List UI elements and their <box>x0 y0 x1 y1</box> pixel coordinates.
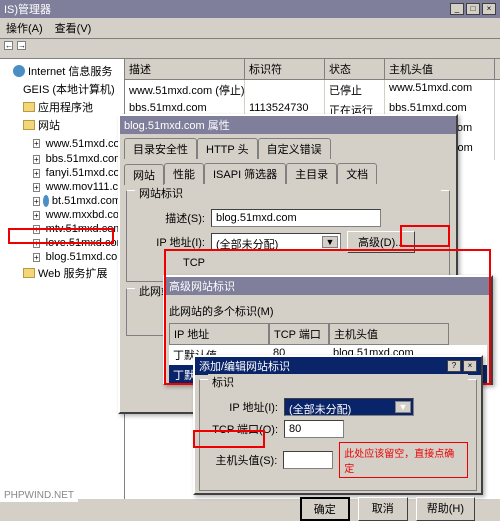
main-title-bar: IS)管理器 _ □ × <box>0 0 500 18</box>
toolbar-back-icon[interactable]: ← <box>4 41 13 50</box>
expand-icon[interactable]: + <box>33 139 40 148</box>
main-title: IS)管理器 <box>4 1 51 17</box>
add-dialog: 添加/编辑网站标识 ?× 标识 IP 地址(I): (全部未分配) TCP 端口… <box>193 355 483 495</box>
col-port[interactable]: TCP 端口 <box>269 323 329 345</box>
adv-table-head: IP 地址 TCP 端口 主机头值 <box>169 323 487 345</box>
close-icon[interactable]: × <box>463 360 477 372</box>
add-ip-label: IP 地址(I): <box>208 399 278 415</box>
list-header: 描述 标识符 状态 主机头值 <box>125 59 500 80</box>
add-host-input[interactable] <box>283 451 333 469</box>
add-host-label: 主机头值(S): <box>208 452 277 468</box>
toolbar-fwd-icon[interactable]: → <box>17 41 26 50</box>
tree-site[interactable]: +www.mxxbd.com <box>3 208 121 222</box>
tab-isapi[interactable]: ISAPI 筛选器 <box>204 163 286 184</box>
globe-icon <box>43 195 49 207</box>
help-icon[interactable]: ? <box>447 360 461 372</box>
menu-action[interactable]: 操作(A) <box>6 20 43 36</box>
props-title-bar: blog.51mxd.com 属性 <box>120 116 456 134</box>
site-id-group: 网站标识 描述(S): IP 地址(I): (全部未分配) 高级(D)... T… <box>126 190 450 282</box>
window-controls: _ □ × <box>450 3 496 15</box>
ip-label: IP 地址(I): <box>135 234 205 250</box>
tab-home[interactable]: 主目录 <box>286 163 337 184</box>
tabs-row2: 网站 性能 ISAPI 筛选器 主目录 文档 <box>120 159 456 184</box>
adv-title: 高级网站标识 <box>169 278 235 294</box>
tree-site[interactable]: +bbs.51mxd.com <box>3 152 121 166</box>
advanced-button[interactable]: 高级(D)... <box>347 231 415 253</box>
tree-site[interactable]: +bt.51mxd.com <box>3 194 121 208</box>
tree-apppool[interactable]: 应用程序池 <box>3 98 121 116</box>
expand-icon[interactable]: + <box>33 225 40 234</box>
tree-site[interactable]: +fanyi.51mxd.com <box>3 166 121 180</box>
tree-websites[interactable]: 网站 <box>3 116 121 134</box>
add-group: 标识 IP 地址(I): (全部未分配) TCP 端口(O): 主机头值(S):… <box>199 379 477 491</box>
col-ip[interactable]: IP 地址 <box>169 323 269 345</box>
tab-errors[interactable]: 自定义错误 <box>258 138 331 159</box>
add-buttons: 确定 取消 帮助(H) <box>201 497 475 521</box>
expand-icon[interactable]: + <box>33 197 40 206</box>
adv-group-label: 此网站的多个标识(M) <box>169 303 487 319</box>
tree-site[interactable]: +love.51mxd.com <box>3 236 121 250</box>
toolbar: ← → <box>0 39 500 59</box>
desc-label: 描述(S): <box>135 210 205 226</box>
props-title: blog.51mxd.com 属性 <box>124 117 230 133</box>
adv-title-bar: 高级网站标识 <box>165 277 491 295</box>
col-id[interactable]: 标识符 <box>245 59 325 79</box>
add-port-input[interactable] <box>284 420 344 438</box>
watermark: PHPWIND.NET <box>0 489 78 502</box>
menu-bar: 操作(A) 查看(V) <box>0 18 500 39</box>
tree-site-blog[interactable]: +blog.51mxd.com <box>3 250 121 264</box>
col-desc[interactable]: 描述 <box>125 59 245 79</box>
add-group-label: 标识 <box>208 374 468 390</box>
expand-icon[interactable]: + <box>33 253 40 262</box>
desc-input[interactable] <box>211 209 381 227</box>
ok-button[interactable]: 确定 <box>300 497 350 521</box>
minimize-button[interactable]: _ <box>450 3 464 15</box>
expand-icon[interactable]: + <box>33 211 40 220</box>
tree-webext[interactable]: Web 服务扩展 <box>3 264 121 282</box>
expand-icon[interactable]: + <box>33 155 40 164</box>
close-button[interactable]: × <box>482 3 496 15</box>
help-button[interactable]: 帮助(H) <box>416 497 475 521</box>
expand-icon[interactable]: + <box>33 183 40 192</box>
col-host[interactable]: 主机头值 <box>329 323 449 345</box>
tab-docs[interactable]: 文档 <box>337 163 377 184</box>
folder-icon <box>23 102 35 112</box>
group-label: 网站标识 <box>135 185 441 201</box>
annotation-note: 此处应该留空，直接点确定 <box>339 442 468 478</box>
tree-site[interactable]: +www.51mxd.com(停 <box>3 134 121 152</box>
maximize-button[interactable]: □ <box>466 3 480 15</box>
tree-site[interactable]: +mtv.51mxd.com <box>3 222 121 236</box>
globe-icon <box>13 65 25 77</box>
folder-icon <box>23 120 35 130</box>
ip-select[interactable]: (全部未分配) <box>211 233 341 251</box>
tab-perf[interactable]: 性能 <box>164 163 204 184</box>
menu-view[interactable]: 查看(V) <box>55 20 92 36</box>
tree-site[interactable]: +www.mov111.com <box>3 180 121 194</box>
add-title-bar: 添加/编辑网站标识 ?× <box>195 357 481 375</box>
tab-website[interactable]: 网站 <box>124 164 164 185</box>
tree-pane: Internet 信息服务 GEIS (本地计算机) 应用程序池 网站 +www… <box>0 59 125 499</box>
add-port-label: TCP 端口(O): <box>208 421 278 437</box>
tree-root[interactable]: Internet 信息服务 <box>3 62 121 80</box>
folder-icon <box>23 268 35 278</box>
add-title: 添加/编辑网站标识 <box>199 358 290 374</box>
add-ip-select[interactable]: (全部未分配) <box>284 398 414 416</box>
list-row[interactable]: www.51mxd.com (停止)已停止www.51mxd.com <box>125 80 500 100</box>
tabs-row1: 目录安全性 HTTP 头 自定义错误 <box>120 134 456 159</box>
tab-http[interactable]: HTTP 头 <box>197 138 258 159</box>
expand-icon[interactable]: + <box>33 239 40 248</box>
tree-host[interactable]: GEIS (本地计算机) <box>3 80 121 98</box>
col-host[interactable]: 主机头值 <box>385 59 495 79</box>
cancel-button[interactable]: 取消 <box>358 497 408 521</box>
tcp-label: TCP <box>135 257 205 269</box>
expand-icon[interactable]: + <box>33 169 40 178</box>
col-status[interactable]: 状态 <box>325 59 385 79</box>
tab-security[interactable]: 目录安全性 <box>124 138 197 159</box>
